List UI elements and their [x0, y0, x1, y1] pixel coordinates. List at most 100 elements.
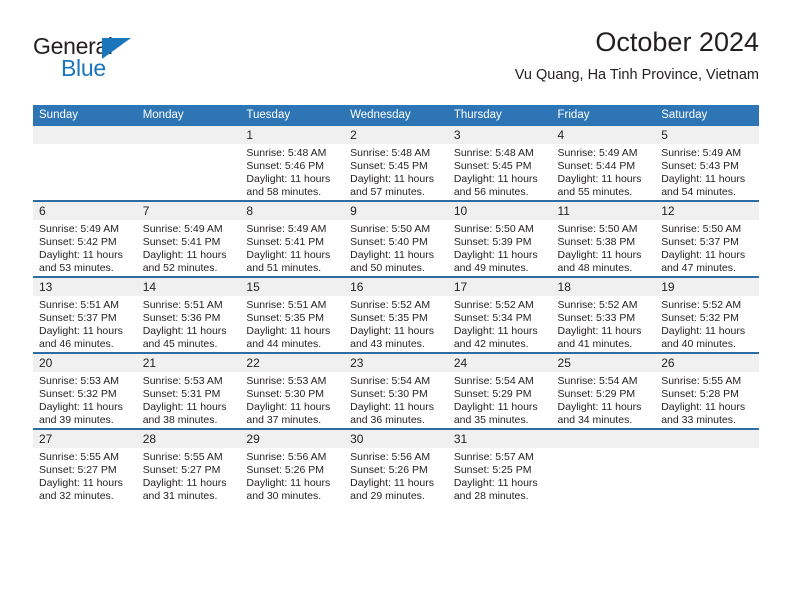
day-number: 28 — [136, 430, 241, 448]
daylight-text-line1: Daylight: 11 hours — [246, 172, 331, 185]
day-cell[interactable]: 4 Sunrise: 5:49 AM Sunset: 5:44 PM Dayli… — [551, 126, 656, 201]
day-details: Sunrise: 5:49 AM Sunset: 5:42 PM Dayligh… — [33, 220, 137, 275]
day-number: 2 — [344, 126, 448, 144]
day-number: 20 — [33, 354, 137, 372]
sunrise-text: Sunrise: 5:49 AM — [246, 223, 327, 235]
day-details: Sunrise: 5:53 AM Sunset: 5:30 PM Dayligh… — [240, 372, 344, 427]
day-details: Sunrise: 5:54 AM Sunset: 5:29 PM Dayligh… — [552, 372, 656, 427]
day-cell[interactable]: 24 Sunrise: 5:54 AM Sunset: 5:29 PM Dayl… — [447, 352, 552, 429]
calendar-header-row: Sunday Monday Tuesday Wednesday Thursday… — [33, 105, 759, 126]
day-cell[interactable]: 19 Sunrise: 5:52 AM Sunset: 5:32 PM Dayl… — [655, 276, 759, 353]
day-cell[interactable]: 22 Sunrise: 5:53 AM Sunset: 5:30 PM Dayl… — [240, 352, 345, 429]
day-cell[interactable]: 16 Sunrise: 5:52 AM Sunset: 5:35 PM Dayl… — [344, 276, 448, 353]
calendar-page: General Blue October 2024 Vu Quang, Ha T… — [0, 0, 792, 612]
day-details: Sunrise: 5:49 AM Sunset: 5:41 PM Dayligh… — [240, 220, 344, 275]
day-number: 31 — [447, 430, 552, 448]
day-number: 30 — [344, 430, 448, 448]
daylight-text-line1: Daylight: 11 hours — [350, 476, 434, 489]
daylight-text-line1: Daylight: 11 hours — [557, 172, 642, 185]
day-cell[interactable] — [33, 126, 137, 201]
sunset-text: Sunset: 5:40 PM — [350, 235, 428, 248]
sunrise-text: Sunrise: 5:49 AM — [661, 147, 742, 159]
day-cell[interactable]: 7 Sunrise: 5:49 AM Sunset: 5:41 PM Dayli… — [136, 200, 241, 277]
day-cell[interactable]: 8 Sunrise: 5:49 AM Sunset: 5:41 PM Dayli… — [240, 200, 345, 277]
day-number: 11 — [551, 202, 656, 220]
daylight-text-line1: Daylight: 11 hours — [142, 400, 227, 413]
day-details: Sunrise: 5:50 AM Sunset: 5:38 PM Dayligh… — [552, 220, 656, 275]
day-cell[interactable]: 11 Sunrise: 5:50 AM Sunset: 5:38 PM Dayl… — [551, 200, 656, 277]
day-cell[interactable] — [551, 428, 656, 504]
daylight-text-line1: Daylight: 11 hours — [453, 248, 538, 261]
daylight-text-line1: Daylight: 11 hours — [557, 400, 642, 413]
day-cell[interactable] — [136, 126, 241, 201]
day-details: Sunrise: 5:57 AM Sunset: 5:25 PM Dayligh… — [448, 448, 552, 503]
day-cell[interactable]: 3 Sunrise: 5:48 AM Sunset: 5:45 PM Dayli… — [447, 126, 552, 201]
day-number: 22 — [240, 354, 345, 372]
day-cell[interactable]: 21 Sunrise: 5:53 AM Sunset: 5:31 PM Dayl… — [136, 352, 241, 429]
day-cell[interactable]: 5 Sunrise: 5:49 AM Sunset: 5:43 PM Dayli… — [655, 126, 759, 201]
sunrise-text: Sunrise: 5:50 AM — [661, 223, 742, 235]
sunrise-text: Sunrise: 5:52 AM — [453, 299, 534, 311]
day-cell[interactable]: 14 Sunrise: 5:51 AM Sunset: 5:36 PM Dayl… — [136, 276, 241, 353]
day-cell[interactable]: 9 Sunrise: 5:50 AM Sunset: 5:40 PM Dayli… — [344, 200, 448, 277]
daylight-text-line1: Daylight: 11 hours — [557, 324, 642, 337]
day-details: Sunrise: 5:51 AM Sunset: 5:36 PM Dayligh… — [137, 296, 241, 351]
day-cell[interactable]: 18 Sunrise: 5:52 AM Sunset: 5:33 PM Dayl… — [551, 276, 656, 353]
sunrise-text: Sunrise: 5:53 AM — [39, 375, 119, 387]
day-cell[interactable]: 25 Sunrise: 5:54 AM Sunset: 5:29 PM Dayl… — [551, 352, 656, 429]
day-details: Sunrise: 5:52 AM Sunset: 5:32 PM Dayligh… — [655, 296, 759, 351]
sunset-text: Sunset: 5:29 PM — [453, 387, 532, 400]
daylight-text-line2: and 47 minutes. — [661, 261, 736, 274]
day-cell[interactable]: 12 Sunrise: 5:50 AM Sunset: 5:37 PM Dayl… — [655, 200, 759, 277]
calendar-week-row: 27 Sunrise: 5:55 AM Sunset: 5:27 PM Dayl… — [33, 428, 759, 504]
day-number: 23 — [344, 354, 448, 372]
day-cell[interactable]: 27 Sunrise: 5:55 AM Sunset: 5:27 PM Dayl… — [33, 428, 137, 504]
general-blue-logo[interactable]: General Blue — [33, 34, 213, 90]
day-cell[interactable]: 17 Sunrise: 5:52 AM Sunset: 5:34 PM Dayl… — [447, 276, 552, 353]
daylight-text-line1: Daylight: 11 hours — [661, 400, 746, 413]
day-cell[interactable]: 15 Sunrise: 5:51 AM Sunset: 5:35 PM Dayl… — [240, 276, 345, 353]
day-cell[interactable]: 30 Sunrise: 5:56 AM Sunset: 5:26 PM Dayl… — [344, 428, 448, 504]
day-cell[interactable]: 2 Sunrise: 5:48 AM Sunset: 5:45 PM Dayli… — [344, 126, 448, 201]
sunset-text: Sunset: 5:33 PM — [557, 311, 636, 324]
daylight-text-line2: and 50 minutes. — [350, 261, 425, 274]
day-cell[interactable] — [655, 428, 759, 504]
day-details: Sunrise: 5:48 AM Sunset: 5:45 PM Dayligh… — [344, 144, 448, 199]
day-cell[interactable]: 31 Sunrise: 5:57 AM Sunset: 5:25 PM Dayl… — [447, 428, 552, 504]
day-cell[interactable]: 29 Sunrise: 5:56 AM Sunset: 5:26 PM Dayl… — [240, 428, 345, 504]
daylight-text-line1: Daylight: 11 hours — [453, 400, 538, 413]
daylight-text-line2: and 45 minutes. — [142, 337, 218, 350]
day-cell[interactable]: 23 Sunrise: 5:54 AM Sunset: 5:30 PM Dayl… — [344, 352, 448, 429]
day-details: Sunrise: 5:55 AM Sunset: 5:28 PM Dayligh… — [655, 372, 759, 427]
sunset-text: Sunset: 5:30 PM — [246, 387, 325, 400]
day-cell[interactable]: 26 Sunrise: 5:55 AM Sunset: 5:28 PM Dayl… — [655, 352, 759, 429]
day-details: Sunrise: 5:51 AM Sunset: 5:35 PM Dayligh… — [240, 296, 344, 351]
day-cell[interactable]: 13 Sunrise: 5:51 AM Sunset: 5:37 PM Dayl… — [33, 276, 137, 353]
day-details: Sunrise: 5:53 AM Sunset: 5:31 PM Dayligh… — [137, 372, 241, 427]
weekday-header-thursday: Thursday — [447, 105, 552, 126]
logo-text-blue: Blue — [61, 55, 106, 81]
daylight-text-line1: Daylight: 11 hours — [39, 324, 123, 337]
weekday-header-tuesday: Tuesday — [240, 105, 345, 126]
day-details: Sunrise: 5:55 AM Sunset: 5:27 PM Dayligh… — [137, 448, 241, 503]
day-cell[interactable]: 20 Sunrise: 5:53 AM Sunset: 5:32 PM Dayl… — [33, 352, 137, 429]
day-cell[interactable]: 28 Sunrise: 5:55 AM Sunset: 5:27 PM Dayl… — [136, 428, 241, 504]
sunrise-text: Sunrise: 5:51 AM — [39, 299, 119, 311]
daylight-text-line1: Daylight: 11 hours — [246, 248, 331, 261]
sunrise-text: Sunrise: 5:52 AM — [350, 299, 431, 311]
daylight-text-line1: Daylight: 11 hours — [350, 172, 434, 185]
day-number: 29 — [240, 430, 345, 448]
day-number: 16 — [344, 278, 448, 296]
day-cell[interactable]: 6 Sunrise: 5:49 AM Sunset: 5:42 PM Dayli… — [33, 200, 137, 277]
day-number: 1 — [240, 126, 345, 144]
day-details: Sunrise: 5:56 AM Sunset: 5:26 PM Dayligh… — [240, 448, 344, 503]
day-details: Sunrise: 5:49 AM Sunset: 5:43 PM Dayligh… — [655, 144, 759, 199]
day-number: 4 — [551, 126, 656, 144]
sunrise-text: Sunrise: 5:48 AM — [246, 147, 327, 159]
sunset-text: Sunset: 5:29 PM — [557, 387, 636, 400]
page-subtitle: Vu Quang, Ha Tinh Province, Vietnam — [514, 67, 759, 83]
day-cell[interactable]: 10 Sunrise: 5:50 AM Sunset: 5:39 PM Dayl… — [447, 200, 552, 277]
sunrise-text: Sunrise: 5:48 AM — [350, 147, 431, 159]
day-details — [655, 448, 759, 451]
day-cell[interactable]: 1 Sunrise: 5:48 AM Sunset: 5:46 PM Dayli… — [240, 126, 345, 201]
